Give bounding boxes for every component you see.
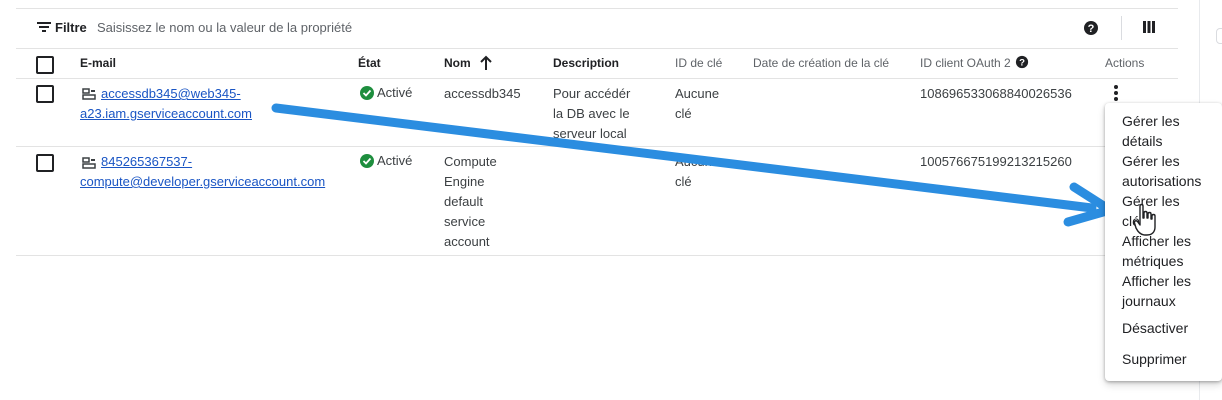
menu-item-line: Afficher les (1122, 273, 1191, 289)
email-link[interactable]: compute@developer.gserviceaccount.com (80, 172, 325, 192)
svg-text:?: ? (1088, 23, 1095, 35)
key-id-line: clé (675, 174, 692, 189)
menu-item-view-metrics[interactable]: Afficher les métriques (1122, 231, 1191, 271)
email-link[interactable]: accessdb345@web345- (101, 84, 241, 104)
pointer-hand-icon (1134, 203, 1156, 236)
svg-text:?: ? (1019, 58, 1025, 69)
status-label: Activé (377, 85, 413, 100)
filter-label[interactable]: Filtre (55, 20, 87, 36)
check-circle-icon (360, 86, 374, 100)
description-line: Pour accédér (553, 86, 631, 101)
menu-item-line: autorisations (1122, 173, 1202, 189)
header-key-created[interactable]: Date de création de la clé (753, 56, 889, 70)
header-email[interactable]: E-mail (80, 56, 116, 70)
status-label: Activé (377, 153, 413, 168)
header-name[interactable]: Nom (444, 56, 471, 70)
menu-item-line: métriques (1122, 253, 1184, 269)
description-line: la DB avec le (553, 106, 630, 121)
oauth-id-cell: 100576675199213215260 (920, 154, 1072, 169)
service-account-key-icon (82, 88, 96, 100)
menu-item-manage-details[interactable]: Gérer les détails (1122, 111, 1180, 151)
key-id-line: Aucune (675, 154, 720, 169)
key-id-line: Aucune (675, 86, 720, 101)
kebab-menu-icon[interactable] (1113, 84, 1119, 102)
header-oauth-id[interactable]: ID client OAuth 2 (920, 56, 1011, 70)
row-checkbox[interactable] (36, 85, 54, 103)
menu-item-line: Supprimer (1122, 351, 1187, 367)
menu-item-line: Désactiver (1122, 320, 1189, 336)
description-line: serveur local (553, 126, 627, 141)
name-cell: accessdb345 (444, 86, 521, 101)
actions-menu: Gérer les détails Gérer les autorisation… (1105, 103, 1222, 381)
menu-item-disable[interactable]: Désactiver (1122, 318, 1188, 338)
columns-icon[interactable] (1141, 19, 1157, 35)
name-line: Compute (444, 154, 497, 169)
row-checkbox[interactable] (36, 154, 54, 172)
toolbar-divider (1121, 16, 1122, 40)
name-line: default (444, 194, 484, 209)
header-state[interactable]: État (358, 56, 381, 70)
oauth-help-icon[interactable]: ? (1015, 55, 1029, 69)
header-description[interactable]: Description (553, 56, 619, 70)
menu-item-view-logs[interactable]: Afficher les journaux (1122, 271, 1191, 311)
oauth-id-cell: 108696533068840026536 (920, 86, 1072, 101)
key-id-line: clé (675, 106, 692, 121)
name-line: Engine (444, 174, 485, 189)
menu-item-line: journaux (1122, 293, 1176, 309)
header-actions: Actions (1105, 56, 1145, 70)
menu-item-delete[interactable]: Supprimer (1122, 349, 1187, 369)
header-key-id[interactable]: ID de clé (675, 56, 722, 70)
filter-icon[interactable] (36, 20, 52, 34)
side-panel-handle[interactable] (1216, 28, 1222, 44)
sort-arrow-up-icon[interactable] (479, 55, 493, 71)
email-link[interactable]: 845265367537- (101, 152, 192, 172)
name-line: service (444, 214, 486, 229)
row-divider (16, 255, 1178, 256)
check-circle-icon (360, 154, 374, 168)
service-account-key-icon (82, 157, 96, 169)
menu-item-manage-permissions[interactable]: Gérer les autorisations (1122, 151, 1201, 191)
menu-item-line: Gérer les (1122, 153, 1180, 169)
select-all-checkbox[interactable] (36, 56, 54, 74)
menu-item-line: détails (1122, 133, 1163, 149)
row-divider (16, 146, 1178, 147)
name-line: account (444, 234, 490, 249)
email-link[interactable]: a23.iam.gserviceaccount.com (80, 104, 252, 124)
filter-input[interactable]: Saisissez le nom ou la valeur de la prop… (97, 20, 352, 36)
help-icon[interactable]: ? (1083, 20, 1099, 36)
menu-item-line: Gérer les (1122, 113, 1180, 129)
